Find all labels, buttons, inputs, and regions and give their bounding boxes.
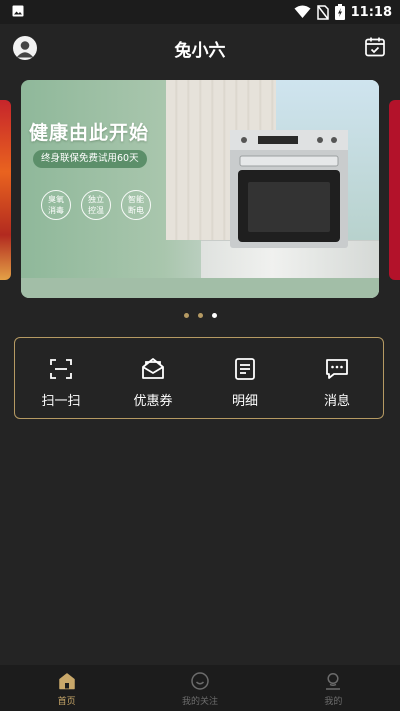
carousel-indicator — [0, 313, 400, 319]
tab-home-label: 首页 — [57, 697, 76, 707]
feature-badge: 智能 断电 — [121, 190, 151, 220]
tab-profile-label: 我的 — [324, 697, 343, 707]
carousel-next-slide[interactable] — [389, 100, 400, 280]
follow-icon — [191, 672, 209, 690]
details-icon — [235, 358, 255, 380]
calendar-check-icon[interactable] — [363, 35, 387, 59]
banner-feature-badges: 臭氧 消毒 独立 控温 智能 断电 — [41, 190, 151, 220]
details-label: 明细 — [231, 394, 258, 409]
carousel-dot-active[interactable] — [211, 313, 217, 318]
coupon-button[interactable]: 优惠券 — [107, 338, 199, 418]
banner-warranty-pill: 终身联保免费试用60天 — [33, 150, 147, 168]
feature-badge: 臭氧 消毒 — [41, 190, 71, 220]
message-label: 消息 — [323, 394, 350, 409]
scan-button[interactable]: 扫一扫 — [15, 338, 107, 418]
carousel-dot[interactable] — [183, 313, 189, 318]
tab-following[interactable]: 我的关注 — [133, 665, 266, 711]
coupon-label: 优惠券 — [133, 394, 173, 409]
status-time: 11:18 — [350, 4, 392, 20]
page-title: 兔小六 — [174, 41, 226, 61]
status-indicators: 11:18 — [294, 2, 392, 22]
feature-badge: 独立 控温 — [81, 190, 111, 220]
quick-actions-panel: 扫一扫 优惠券 明细 消息 — [14, 337, 384, 419]
oven-product-image — [230, 130, 348, 248]
battery-charging-icon — [334, 4, 345, 20]
banner-floor — [21, 278, 379, 298]
message-icon — [326, 359, 348, 379]
tab-profile[interactable]: 我的 — [267, 665, 400, 711]
app-header: 兔小六 — [0, 24, 400, 72]
tab-following-label: 我的关注 — [181, 697, 218, 707]
banner-slide[interactable]: 健康由此开始 终身联保免费试用60天 臭氧 消毒 独立 控温 智能 断电 — [21, 80, 379, 298]
scan-label: 扫一扫 — [41, 394, 81, 409]
wifi-icon — [294, 5, 311, 18]
no-sim-icon — [316, 4, 329, 20]
scan-icon — [50, 359, 72, 379]
bottom-tab-bar: 首页 我的关注 我的 — [0, 665, 400, 711]
banner-headline: 健康由此开始 — [29, 122, 150, 144]
message-button[interactable]: 消息 — [291, 338, 383, 418]
status-bar: 11:18 — [0, 0, 400, 24]
details-button[interactable]: 明细 — [199, 338, 291, 418]
carousel-prev-slide[interactable] — [0, 100, 11, 280]
profile-icon — [326, 672, 341, 690]
tab-home[interactable]: 首页 — [0, 665, 133, 711]
carousel-dot[interactable] — [197, 313, 203, 318]
banner-carousel[interactable]: 健康由此开始 终身联保免费试用60天 臭氧 消毒 独立 控温 智能 断电 — [0, 80, 400, 300]
image-notification-icon — [12, 5, 24, 17]
home-icon — [58, 673, 75, 690]
coupon-icon — [142, 358, 164, 379]
